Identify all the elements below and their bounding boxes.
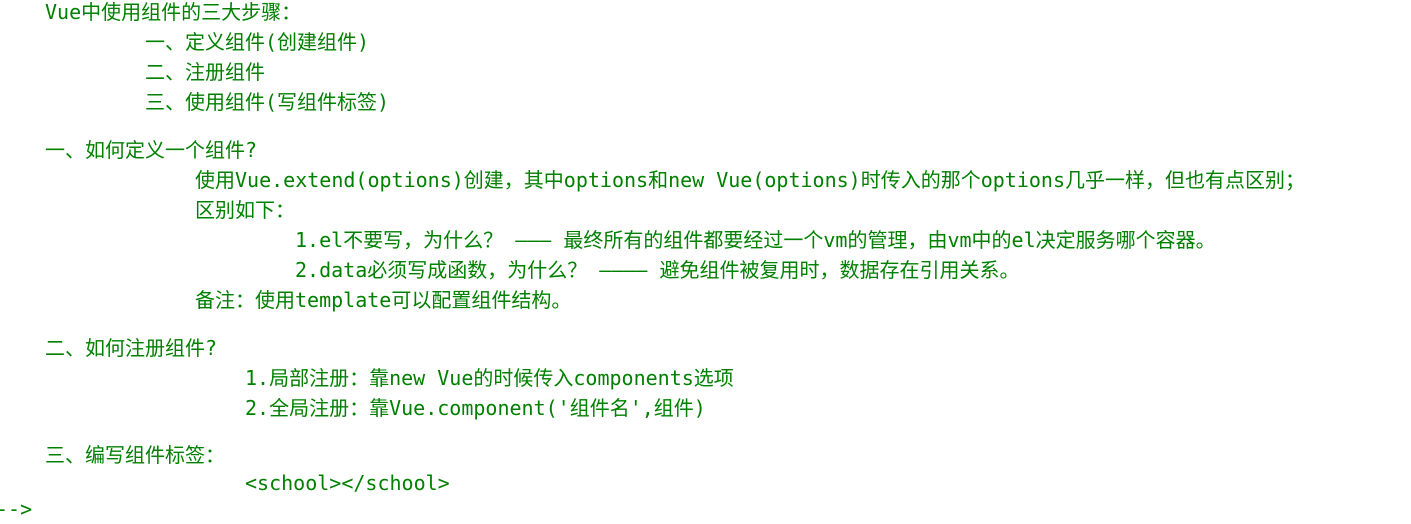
difference-item-2: 2.data必须写成函数，为什么？ ———— 避免组件被复用时，数据存在引用关系… (295, 258, 1020, 282)
register-method-2: 2.全局注册：靠Vue.component('组件名',组件) (245, 396, 706, 420)
differences-intro: 区别如下： (195, 198, 295, 222)
tag-example: <school></school> (245, 471, 450, 495)
define-note: 备注：使用template可以配置组件结构。 (195, 288, 572, 312)
tag-section-heading: 三、编写组件标签： (45, 443, 225, 467)
comment-title: Vue中使用组件的三大步骤： (45, 0, 302, 24)
step-line-1: 一、定义组件(创建组件) (145, 30, 370, 54)
define-description: 使用Vue.extend(options)创建，其中options和new Vu… (195, 168, 1306, 192)
difference-item-1: 1.el不要写，为什么？ ——— 最终所有的组件都要经过一个vm的管理，由vm中… (295, 228, 1216, 252)
step-line-2: 二、注册组件 (145, 60, 265, 84)
define-section-heading: 一、如何定义一个组件? (45, 138, 258, 162)
step-line-3: 三、使用组件(写组件标签) (145, 90, 390, 114)
register-section-heading: 二、如何注册组件? (45, 336, 218, 360)
register-method-1: 1.局部注册：靠new Vue的时候传入components选项 (245, 366, 734, 390)
comment-close: --> (0, 497, 33, 521)
